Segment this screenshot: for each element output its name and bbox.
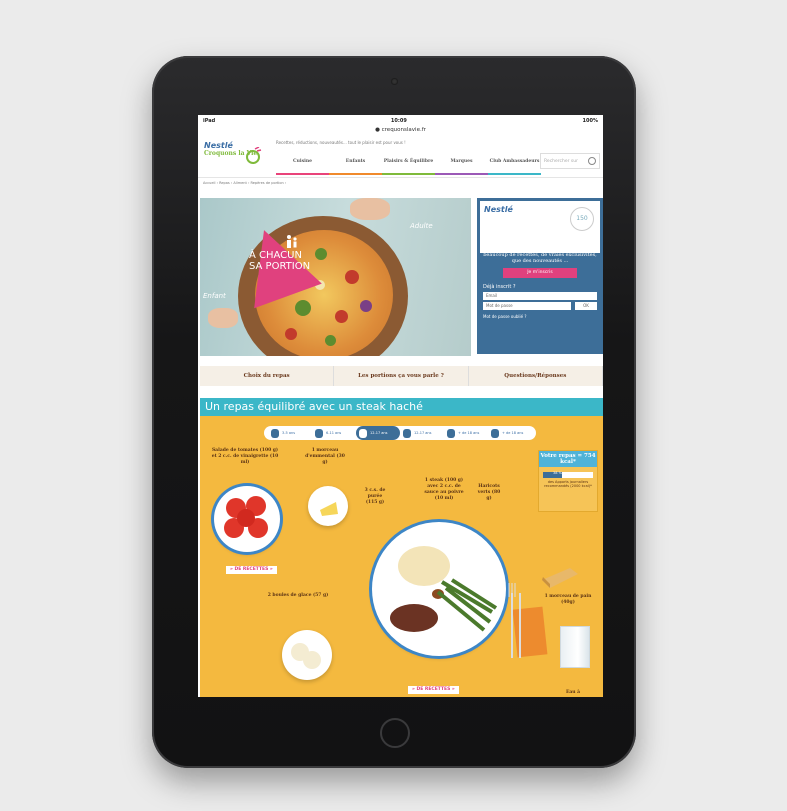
age-option[interactable]: 3-5 ans <box>268 426 312 440</box>
meal-kcal: Votre repas = 754 kcal* <box>539 451 597 467</box>
teen-icon <box>359 428 367 438</box>
bread-label: 1 morceau de pain (40g) <box>544 594 592 605</box>
breadcrumb[interactable]: Accueil › Repas › Aliment › Repères de p… <box>198 178 603 190</box>
puree-label: 3 c.s. de purée (115 g) <box>364 488 386 505</box>
salad-plate[interactable] <box>214 486 280 552</box>
water-label: Eau à <box>565 690 581 695</box>
hero-headline-1: À CHACUN <box>249 250 302 261</box>
search-input[interactable]: Rechercher sur <box>540 153 600 169</box>
login-ok-button[interactable]: OK <box>575 302 597 310</box>
address-bar[interactable]: ● crequonslavie.fr <box>198 127 603 137</box>
panel-text: beaucoup de recettes, de vraies exclusiv… <box>483 252 597 264</box>
main-plate[interactable] <box>372 522 506 656</box>
age-option[interactable]: 6-11 ans <box>312 426 356 440</box>
age-label: 3-5 ans <box>282 431 296 435</box>
age-label: + de 18 ans <box>458 431 480 435</box>
teen-icon <box>403 428 411 438</box>
hero-headline: À CHACUN SA PORTION <box>249 250 310 272</box>
kcal-note: des Apports journaliers recommandés (200… <box>544 480 592 488</box>
lock-icon: ● <box>375 127 380 133</box>
hero-label-adult: Adulte <box>410 222 433 230</box>
battery: 100% <box>582 118 598 124</box>
search-placeholder: Rechercher sur <box>544 159 578 164</box>
cheese-plate[interactable] <box>308 486 348 526</box>
child-icon <box>271 428 279 438</box>
screen: iPad 10:09 100% ● crequonslavie.fr Nestl… <box>198 115 603 697</box>
anniversary-badge: 150 <box>570 207 594 231</box>
cheese-icon <box>320 502 338 516</box>
hero-label-child: Enfant <box>203 292 226 300</box>
age-option[interactable]: + de 18 ans <box>488 426 532 440</box>
kcal-percent: 38 % <box>553 471 562 475</box>
recipes-button-2[interactable]: » DE RECETTES » <box>408 686 459 694</box>
adult-hand <box>350 198 390 220</box>
steak-label: 1 steak (100 g) avec 2 c.c. de sauce au … <box>424 478 464 501</box>
camera-icon <box>391 78 398 85</box>
tomato-icon <box>224 496 268 538</box>
bread-icon <box>542 568 578 588</box>
age-label: + de 18 ans <box>502 431 524 435</box>
home-button[interactable] <box>380 718 410 748</box>
leaf-icon <box>246 147 262 164</box>
site-header: Nestlé Croquons la Vie Recettes, réducti… <box>198 137 603 178</box>
nav-club[interactable]: Club Ambassadeurs <box>488 149 541 175</box>
child-icon <box>315 428 323 438</box>
age-label: 12-17 ans <box>414 431 432 435</box>
password-field[interactable]: Mot de passe <box>483 302 571 310</box>
age-label: 6-11 ans <box>326 431 342 435</box>
section-title: Un repas équilibré avec un steak haché <box>200 398 603 416</box>
age-option[interactable]: + de 18 ans <box>444 426 488 440</box>
password-row: Mot de passe OK <box>477 302 603 310</box>
email-field[interactable]: Email <box>483 292 597 300</box>
site-logo[interactable]: Nestlé Croquons la Vie <box>204 141 268 177</box>
child-hand <box>208 308 238 328</box>
adult-icon <box>491 428 499 438</box>
content-tabs: Choix du repas Les portions ça vous parl… <box>200 366 603 386</box>
icecream-icon <box>291 643 321 669</box>
clock: 10:09 <box>390 118 407 124</box>
water-glass <box>560 626 590 668</box>
panel-title: Plein de réductions, <box>494 242 585 252</box>
nav-marques[interactable]: Marques <box>435 149 488 175</box>
icecream-label: 2 boules de glace (57 g) <box>267 593 329 598</box>
age-option-selected[interactable]: 12-17 ans <box>356 426 400 440</box>
family-icon <box>287 235 297 248</box>
age-selector: 3-5 ans 6-11 ans 12-17 ans 12-17 ans + d… <box>264 426 536 440</box>
tagline: Recettes, réductions, nouveautés... tout… <box>276 140 406 145</box>
search-icon[interactable] <box>588 157 596 165</box>
nav-plaisirs[interactable]: Plaisirs & Équilibre <box>382 149 435 175</box>
age-label: 12-17 ans <box>370 431 388 435</box>
cutlery-icon <box>508 583 521 658</box>
signup-panel: Nestlé 150 Plein de réductions, beaucoup… <box>477 198 603 354</box>
beans-label: Haricots verts (80 g) <box>477 484 501 501</box>
main-dish-icon <box>390 546 498 632</box>
forgot-password-link[interactable]: Mot de passe oublié ? <box>477 314 603 319</box>
nav-cuisine[interactable]: Cuisine <box>276 149 329 175</box>
icecream-plate[interactable] <box>282 630 332 680</box>
kcal-progress-bar: 38 % <box>543 471 593 478</box>
adult-icon <box>447 428 455 438</box>
tab-portions[interactable]: Les portions ça vous parle ? <box>334 366 469 386</box>
age-option[interactable]: 12-17 ans <box>400 426 444 440</box>
hero-headline-2: SA PORTION <box>249 261 311 272</box>
main-nav: Cuisine Enfants Plaisirs & Équilibre Mar… <box>276 149 541 175</box>
salad-label: Salade de tomates (100 g) et 2 c.c. de v… <box>211 448 279 465</box>
meal-summary: Votre repas = 754 kcal* 38 % des Apports… <box>538 450 598 512</box>
recipes-button[interactable]: » DE RECETTES » <box>226 566 277 574</box>
device-name: iPad <box>203 118 216 124</box>
cheese-label: 1 morceau d'emmental (30 g) <box>305 448 345 465</box>
hero-banner[interactable]: À CHACUN SA PORTION Adulte Enfant <box>200 198 471 356</box>
url-text: crequonslavie.fr <box>381 127 426 133</box>
status-bar: iPad 10:09 100% <box>198 115 603 127</box>
tab-questions[interactable]: Questions/Réponses <box>469 366 603 386</box>
tab-choix-repas[interactable]: Choix du repas <box>200 366 335 386</box>
meal-section: Un repas équilibré avec un steak haché 3… <box>200 398 603 697</box>
already-registered: Déjà inscrit ? <box>483 284 516 290</box>
signup-button[interactable]: Je m'inscris <box>503 268 577 278</box>
nav-enfants[interactable]: Enfants <box>329 149 382 175</box>
